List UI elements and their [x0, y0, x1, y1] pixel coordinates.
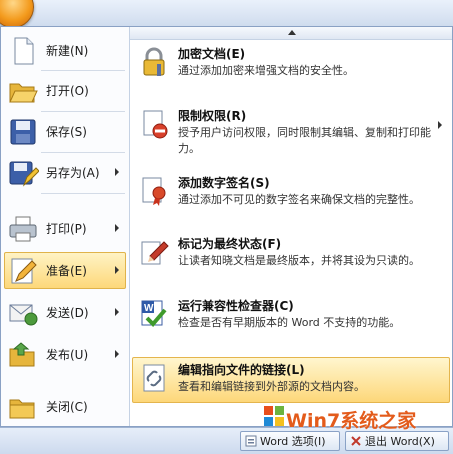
menu-item-close[interactable]: 关闭(C)	[4, 388, 126, 425]
submenu-item-compatibility[interactable]: W 运行兼容性检查器(C) 检查是否有早期版本的 Word 不支持的功能。	[132, 293, 450, 341]
submenu-item-desc: 检查是否有早期版本的 Word 不支持的功能。	[178, 316, 401, 329]
submenu-arrow-icon	[115, 224, 119, 232]
office-button[interactable]	[0, 0, 34, 28]
menu-item-open[interactable]: 打开(O)	[4, 72, 126, 109]
submenu-item-desc: 通过添加不可见的数字签名来确保文档的完整性。	[178, 193, 420, 206]
submenu-item-signature[interactable]: 添加数字签名(S) 通过添加不可见的数字签名来确保文档的完整性。	[132, 170, 450, 228]
separator	[41, 152, 125, 153]
submenu-item-desc: 授予用户访问权限，同时限制其编辑、复制和打印能力。	[178, 126, 431, 155]
new-doc-icon	[14, 37, 34, 64]
submenu-item-title: 添加数字签名(S)	[178, 176, 270, 190]
menu-item-label: 打印(P)	[46, 222, 87, 236]
submenu-item-title: 编辑指向文件的链接(L)	[178, 363, 305, 377]
svg-text:W: W	[144, 303, 154, 314]
menu-item-label: 准备(E)	[46, 264, 87, 278]
menu-item-print[interactable]: 打印(P)	[4, 210, 126, 247]
menu-item-save-as[interactable]: 另存为(A)	[4, 154, 126, 191]
menu-item-label: 打开(O)	[46, 84, 89, 98]
chevron-up-icon	[288, 30, 296, 35]
separator	[41, 70, 125, 71]
send-icon	[9, 304, 38, 325]
restrict-permission-icon	[143, 110, 168, 139]
menu-item-save[interactable]: 保存(S)	[4, 113, 126, 150]
submenu-item-mark-final[interactable]: 标记为最终状态(F) 让读者知晓文档是最终版本，并将其设为只读的。	[132, 231, 450, 289]
title-strip	[0, 0, 453, 28]
save-icon	[10, 119, 36, 144]
publish-icon	[9, 341, 35, 366]
close-folder-icon	[9, 399, 35, 418]
office-menu: 新建(N) 打开(O) 保存(S) 另存为(A) 打印(P) 准备(E) 发送(…	[0, 26, 453, 427]
prepare-submenu: 加密文档(E) 通过添加加密来增强文档的安全性。 限制权限(R) 授予用户访问权…	[130, 27, 452, 426]
menu-item-label: 保存(S)	[46, 125, 87, 139]
menu-item-new[interactable]: 新建(N)	[4, 32, 126, 69]
menu-item-label: 发布(U)	[46, 348, 89, 362]
options-icon	[245, 435, 257, 447]
digital-signature-icon	[142, 177, 166, 206]
compatibility-checker-icon: W	[141, 300, 167, 327]
submenu-arrow-icon	[438, 121, 442, 129]
submenu-item-title: 标记为最终状态(F)	[178, 237, 282, 251]
submenu-arrow-icon	[115, 266, 119, 274]
submenu-arrow-icon	[115, 350, 119, 358]
print-icon	[9, 216, 37, 241]
watermark-text: Win7系统之家	[286, 410, 417, 432]
menu-item-label: 新建(N)	[46, 44, 89, 58]
prepare-icon	[11, 258, 37, 283]
submenu-item-title: 加密文档(E)	[178, 47, 246, 61]
menu-item-publish[interactable]: 发布(U)	[4, 336, 126, 373]
windows-logo-icon	[264, 406, 284, 426]
scroll-up-button[interactable]	[130, 27, 452, 40]
mark-final-icon	[141, 241, 169, 265]
separator	[41, 193, 125, 194]
watermark: Win7系统之家	[262, 398, 452, 438]
separator	[41, 111, 125, 112]
submenu-arrow-icon	[115, 168, 119, 176]
menu-item-label: 另存为(A)	[46, 166, 100, 180]
left-command-column: 新建(N) 打开(O) 保存(S) 另存为(A) 打印(P) 准备(E) 发送(…	[1, 27, 130, 426]
submenu-item-desc: 查看和编辑链接到外部源的文档内容。	[178, 380, 365, 393]
menu-item-label: 关闭(C)	[46, 400, 88, 414]
submenu-arrow-icon	[115, 308, 119, 316]
menu-item-prepare[interactable]: 准备(E)	[4, 252, 126, 289]
submenu-item-restrict[interactable]: 限制权限(R) 授予用户访问权限，同时限制其编辑、复制和打印能力。	[132, 103, 450, 167]
submenu-item-desc: 让读者知晓文档是最终版本，并将其设为只读的。	[178, 254, 420, 267]
submenu-item-desc: 通过添加加密来增强文档的安全性。	[178, 64, 354, 77]
open-folder-icon	[9, 83, 38, 102]
edit-links-icon	[143, 364, 165, 392]
save-as-icon	[9, 161, 39, 187]
submenu-item-encrypt[interactable]: 加密文档(E) 通过添加加密来增强文档的安全性。	[132, 41, 450, 89]
submenu-item-edit-links[interactable]: 编辑指向文件的链接(L) 查看和编辑链接到外部源的文档内容。	[132, 357, 450, 403]
menu-item-send[interactable]: 发送(D)	[4, 294, 126, 331]
menu-item-label: 发送(D)	[46, 306, 89, 320]
submenu-item-title: 运行兼容性检查器(C)	[178, 299, 294, 313]
submenu-item-title: 限制权限(R)	[178, 109, 247, 123]
lock-key-icon	[143, 47, 165, 76]
